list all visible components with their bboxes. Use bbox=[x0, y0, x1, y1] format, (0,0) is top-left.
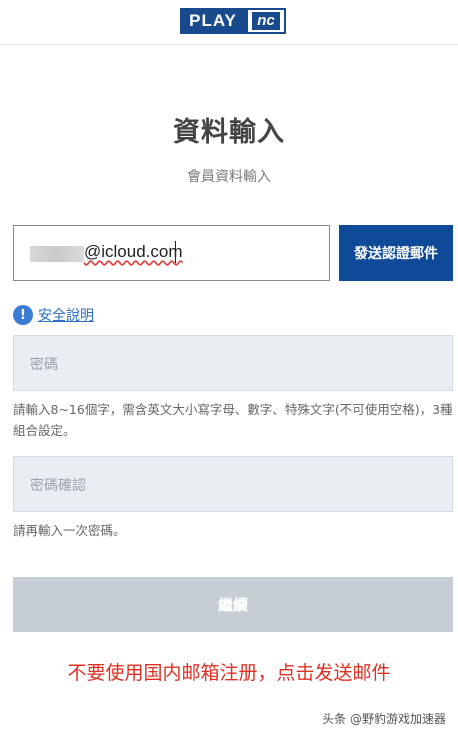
page-subtitle: 會員資料輸入 bbox=[187, 169, 271, 185]
password-help-text: 請輸入8~16個字，需含英文大小寫字母、數字、特殊文字(不可使用空格)，3種組合… bbox=[13, 402, 453, 438]
info-icon: ! bbox=[13, 305, 33, 325]
send-verification-email-button[interactable]: 發送認證郵件 bbox=[339, 225, 453, 281]
red-annotation-text: 不要使用国内邮箱注册，点击发送邮件 bbox=[67, 662, 391, 684]
logo-nc-mark: nc bbox=[246, 8, 286, 34]
plaync-logo[interactable]: PLAY nc bbox=[180, 8, 286, 34]
security-info-label: 安全說明 bbox=[38, 308, 94, 324]
header: PLAY nc bbox=[0, 0, 458, 45]
security-info-link[interactable]: ! 安全說明 bbox=[13, 305, 94, 325]
masked-email-username bbox=[30, 246, 84, 262]
logo-nc-text: nc bbox=[252, 12, 280, 30]
password-confirm-help-text: 請再輸入一次密碼。 bbox=[13, 523, 126, 538]
email-input[interactable]: @icloud.com bbox=[13, 225, 330, 281]
page-title: 資料輸入 bbox=[173, 117, 285, 148]
password-placeholder: 密碼 bbox=[30, 357, 58, 373]
password-confirm-placeholder: 密碼確認 bbox=[30, 478, 86, 494]
password-confirm-input[interactable]: 密碼確認 bbox=[13, 456, 453, 512]
logo-play-text: PLAY bbox=[180, 8, 246, 34]
text-caret bbox=[175, 241, 176, 263]
email-value: @icloud.com bbox=[84, 242, 183, 261]
watermark-text: 头条 @野豹游戏加速器 bbox=[322, 712, 446, 726]
password-input[interactable]: 密碼 bbox=[13, 335, 453, 391]
continue-button[interactable]: 繼續 bbox=[13, 577, 453, 632]
